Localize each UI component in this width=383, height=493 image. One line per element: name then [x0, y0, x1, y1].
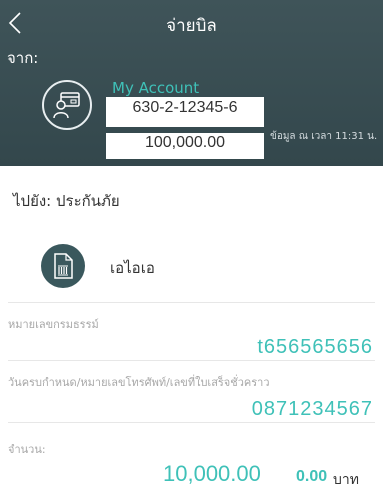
- divider: [8, 302, 375, 303]
- from-label: จาก:: [7, 49, 39, 67]
- page-title: จ่ายบิล: [166, 16, 217, 36]
- ref1-field[interactable]: t656565656: [257, 336, 373, 359]
- payee-category-label: ไปยัง: ประกันภัย: [13, 192, 120, 210]
- ref2-label: วันครบกำหนด/หมายเลขโทรศัพท์/เลขที่ใบเสร็…: [8, 376, 270, 389]
- biller-name: เอไอเอ: [110, 259, 155, 277]
- amount-field[interactable]: 10,000.00: [163, 461, 261, 487]
- account-name: My Account: [112, 79, 200, 97]
- ref1-label: หมายเลขกรมธรรม์: [8, 318, 99, 331]
- amount-label: จำนวน:: [8, 443, 46, 456]
- bill-document-icon: [54, 253, 73, 279]
- currency-label: บาท: [333, 472, 359, 488]
- ref2-field[interactable]: 0871234567: [252, 398, 373, 421]
- account-balance: 100,000.00: [144, 134, 226, 151]
- fee-value: 0.00: [296, 468, 328, 485]
- balance-timestamp: ข้อมูล ณ เวลา 11:31 น.: [270, 131, 378, 142]
- divider: [8, 360, 375, 361]
- divider: [8, 422, 375, 423]
- account-card-icon: [53, 92, 80, 119]
- account-number: 630-2-12345-6: [132, 99, 238, 116]
- biller-icon: [41, 244, 85, 288]
- account-avatar: [42, 80, 92, 130]
